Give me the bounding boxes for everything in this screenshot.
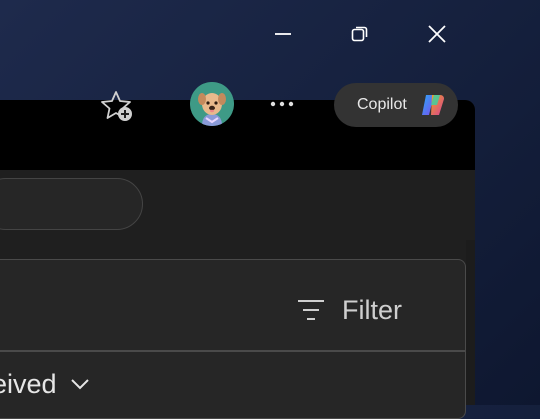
restore-button[interactable] — [335, 12, 385, 56]
copilot-button[interactable]: Copilot — [334, 83, 458, 127]
filter-icon — [298, 300, 324, 320]
profile-avatar[interactable] — [190, 82, 234, 126]
more-options-button[interactable] — [262, 84, 302, 124]
filter-label: Filter — [342, 294, 402, 325]
copilot-label: Copilot — [357, 96, 407, 113]
copilot-icon — [422, 95, 444, 115]
browser-toolbar — [0, 170, 475, 240]
sort-label: eived — [0, 368, 57, 399]
sort-dropdown[interactable]: eived — [0, 362, 91, 406]
close-icon — [428, 25, 446, 43]
close-button[interactable] — [412, 12, 462, 56]
more-horizontal-icon — [270, 101, 294, 107]
minimize-icon — [275, 33, 291, 35]
minimize-button[interactable] — [258, 12, 308, 56]
restore-icon — [351, 26, 368, 42]
address-bar[interactable] — [0, 178, 143, 230]
star-add-icon — [101, 91, 132, 121]
filter-button[interactable]: Filter — [296, 288, 402, 332]
dog-avatar-icon — [190, 82, 234, 126]
add-favorite-button[interactable] — [95, 84, 139, 128]
chevron-down-icon — [69, 377, 91, 391]
panel-divider — [0, 350, 465, 352]
